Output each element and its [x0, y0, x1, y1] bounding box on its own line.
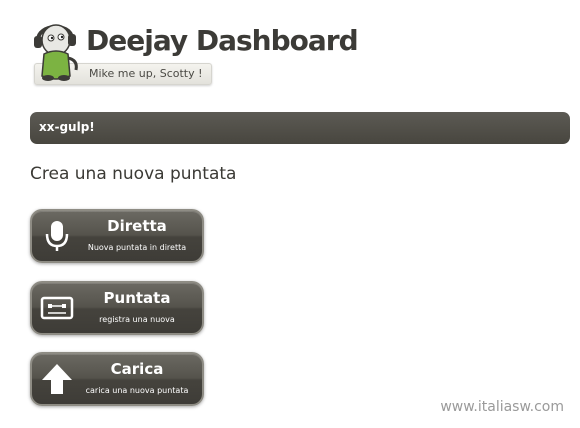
carica-sublabel: carica una nuova puntata	[85, 386, 189, 395]
diretta-label: Diretta	[107, 217, 167, 235]
app-logo[interactable]: Mike me up, Scotty ! Deejay Dashboard	[30, 18, 359, 90]
dj-mascot-icon	[34, 24, 78, 81]
puntata-sublabel: registra una nuova	[99, 315, 175, 324]
microphone-icon	[45, 221, 69, 251]
puntata-label: Puntata	[103, 289, 171, 307]
carica-label: Carica	[110, 360, 164, 378]
user-bar: xx-gulp!	[30, 112, 570, 144]
upload-arrow-icon	[42, 364, 72, 394]
cassette-icon	[40, 296, 74, 320]
diretta-button[interactable]: Diretta Nuova puntata in diretta	[30, 209, 204, 263]
username[interactable]: xx-gulp!	[39, 120, 95, 134]
carica-button[interactable]: Carica carica una nuova puntata	[30, 352, 204, 406]
diretta-sublabel: Nuova puntata in diretta	[87, 243, 187, 252]
watermark: www.italiasw.com	[440, 399, 564, 415]
puntata-button[interactable]: Puntata registra una nuova	[30, 281, 204, 335]
app-title: Deejay Dashboard	[86, 24, 359, 57]
section-heading: Crea una nuova puntata	[30, 164, 237, 184]
tagline: Mike me up, Scotty !	[89, 67, 203, 80]
